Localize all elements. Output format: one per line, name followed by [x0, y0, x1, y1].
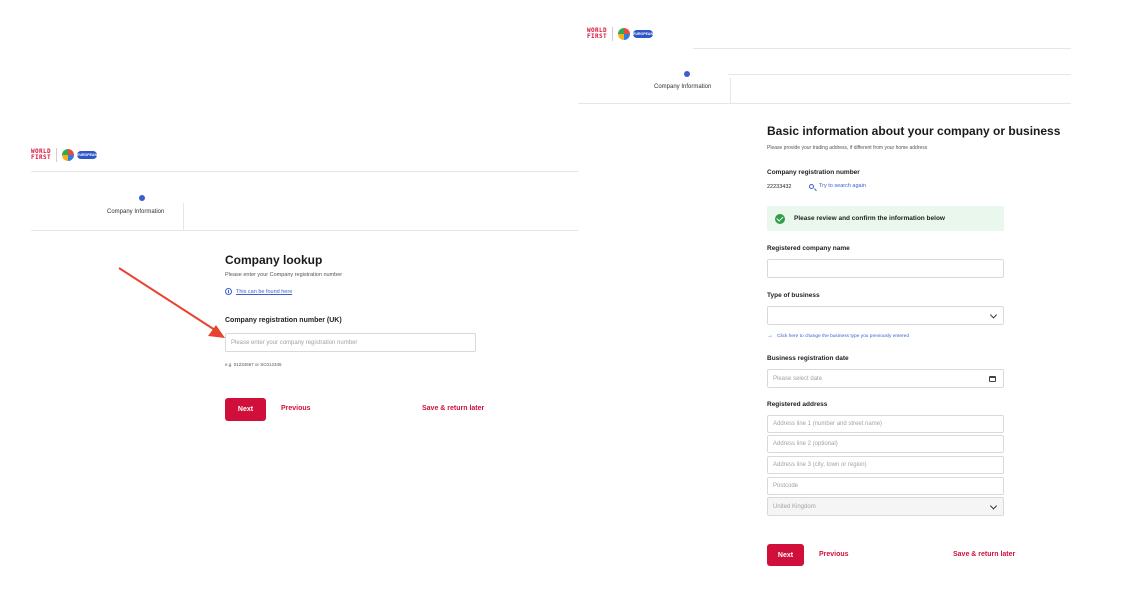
search-icon	[809, 183, 817, 191]
previous-button[interactable]: Previous	[281, 405, 311, 412]
header-divider	[693, 48, 1071, 49]
confirmation-banner: Please review and confirm the informatio…	[767, 206, 1004, 231]
logo-badge: EUROPEAN	[633, 30, 654, 38]
logo-wordmark: WORLD FIRST	[31, 147, 52, 161]
globe-icon	[618, 28, 631, 40]
registration-number-value: 22233432	[767, 184, 792, 190]
company-name-input[interactable]	[767, 259, 1004, 278]
page-subtitle: Please provide your trading address, if …	[767, 145, 928, 151]
next-button[interactable]: Next	[225, 398, 266, 421]
logo-wordmark: WORLD FIRST	[587, 26, 608, 40]
step-indicator-dot	[684, 71, 690, 77]
save-return-later-button[interactable]: Save & return later	[953, 551, 1015, 558]
basic-information-panel: WORLD FIRST EUROPEAN Company Information…	[578, 0, 1145, 591]
step-label: Company Information	[107, 209, 165, 215]
help-link[interactable]: This can be found here	[225, 288, 292, 295]
registration-date-label: Business registration date	[767, 355, 849, 362]
save-return-later-button[interactable]: Save & return later	[422, 405, 484, 412]
page-title: Basic information about your company or …	[767, 124, 1061, 138]
registration-date-picker[interactable]: Please select date	[767, 369, 1004, 388]
stepper-divider	[578, 103, 1071, 104]
registration-example: e.g. 01234567 or SC012345	[225, 362, 282, 367]
country-select[interactable]: United Kingdom	[767, 497, 1004, 516]
logo-badge: EUROPEAN	[77, 151, 98, 159]
registration-number-label: Company registration number (UK)	[225, 317, 342, 324]
page-subtitle: Please enter your Company registration n…	[225, 272, 343, 278]
address-line-1-input[interactable]: Address line 1 (number and street name)	[767, 415, 1004, 433]
chevron-down-icon	[989, 501, 998, 510]
registration-number-input[interactable]: Please enter your company registration n…	[225, 333, 476, 352]
header-divider	[31, 171, 578, 172]
business-type-label: Type of business	[767, 292, 820, 299]
worldfirst-logo: WORLD FIRST EUROPEAN	[587, 26, 654, 41]
address-line-2-input[interactable]: Address line 2 (optional)	[767, 435, 1004, 453]
check-circle-icon	[775, 213, 785, 224]
next-button[interactable]: Next	[767, 544, 804, 566]
business-type-select[interactable]	[767, 306, 1004, 325]
company-lookup-panel: WORLD FIRST EUROPEAN Company Information…	[0, 0, 578, 591]
address-line-3-input[interactable]: Address line 3 (city, town or region)	[767, 456, 1004, 474]
stepper-divider	[31, 230, 578, 231]
step-indicator-dot	[139, 195, 145, 201]
previous-button[interactable]: Previous	[819, 551, 849, 558]
annotation-arrow-icon	[118, 267, 225, 338]
page-title: Company lookup	[225, 253, 323, 267]
registration-number-label: Company registration number	[767, 169, 860, 176]
postcode-input[interactable]: Postcode	[767, 477, 1004, 495]
step-label: Company Information	[654, 84, 712, 90]
calendar-icon	[989, 375, 996, 382]
registered-address-label: Registered address	[767, 401, 828, 408]
chevron-down-icon	[989, 310, 998, 319]
search-again-link[interactable]: Try to search again	[809, 183, 866, 191]
globe-icon	[62, 149, 75, 161]
company-name-label: Registered company name	[767, 245, 850, 252]
arrow-right-icon: →	[767, 333, 773, 339]
change-business-type-link[interactable]: → Click here to change the business type…	[767, 333, 909, 339]
worldfirst-logo: WORLD FIRST EUROPEAN	[31, 147, 98, 162]
